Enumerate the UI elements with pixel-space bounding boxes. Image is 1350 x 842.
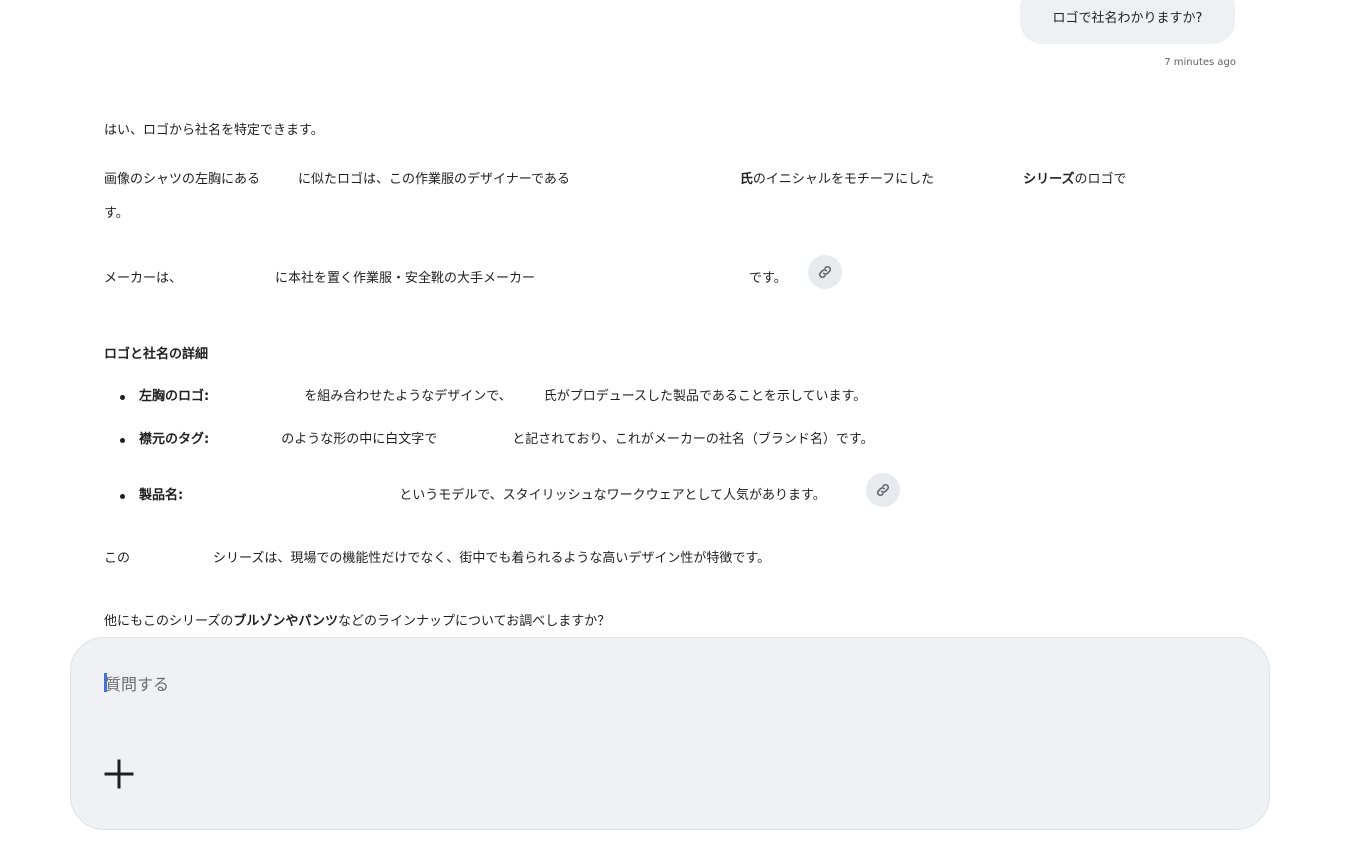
message-timestamp: 7 minutes ago: [1164, 57, 1236, 68]
prompt-input-box[interactable]: 質問する: [70, 637, 1270, 830]
response-paragraph-1: 画像のシャツの左胸にある に似たロゴは、この作業服のデザイナーである 氏のイニシャル…: [104, 172, 1127, 187]
link-icon: [876, 483, 890, 497]
response-intro: はい、ロゴから社名を特定できます。: [104, 123, 324, 138]
bullet-dot: [120, 395, 125, 400]
series-description: この シリーズは、現場での機能性だけでなく、街中でも着られるような高いデザイン性が…: [104, 551, 771, 566]
user-message-bubble: ロゴで社名わかりますか?: [1020, 0, 1235, 44]
bullet-dot: [120, 438, 125, 443]
user-message-text: ロゴで社名わかりますか?: [1052, 11, 1203, 26]
details-heading: ロゴと社名の詳細: [104, 347, 209, 362]
prompt-input[interactable]: 質問する: [105, 671, 169, 695]
source-link-button[interactable]: [866, 473, 900, 507]
plus-icon: [104, 759, 134, 789]
bullet-logo: 左胸のロゴ: を組み合わせたようなデザインで、 氏がプロデュースした製品であることを…: [139, 389, 867, 404]
source-link-button[interactable]: [808, 255, 842, 289]
bullet-product: 製品名: というモデルで、スタイリッシュなワークウェアとして人気があります。: [139, 488, 826, 503]
link-icon: [818, 265, 832, 279]
response-paragraph-1-end: す。: [104, 206, 129, 221]
bullet-dot: [120, 494, 125, 499]
add-button[interactable]: [103, 758, 135, 790]
bullet-tag: 襟元のタグ: のような形の中に白文字で と記されており、これがメーカーの社名（ブラン…: [139, 432, 874, 447]
follow-up-question: 他にもこのシリーズのブルゾンやパンツなどのラインナップについてお調べしますか？: [104, 614, 611, 629]
response-maker: メーカーは、 に本社を置く作業服・安全靴の大手メーカー です。: [104, 271, 787, 286]
